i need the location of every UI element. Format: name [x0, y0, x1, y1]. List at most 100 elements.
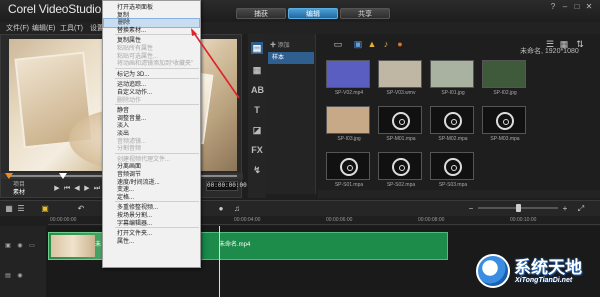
app-title: Corel VideoStudio	[8, 2, 102, 16]
media-thumbnail[interactable]: SP-M02.mpa	[428, 106, 474, 144]
folder-sample[interactable]: 样本	[268, 52, 314, 64]
add-folder-label: 添加	[277, 43, 290, 49]
folder-icon[interactable]: ▭	[332, 38, 344, 50]
thumbnail-caption: SP-V02.mp4	[334, 90, 364, 96]
app-window: Corel VideoStudioX9 捕获 编辑 共享 ? – □ ✕ 文件(…	[0, 0, 600, 297]
menu-separator	[115, 227, 199, 229]
fit-project-icon[interactable]: ⤢	[576, 204, 586, 214]
timeline-clip-1[interactable]: 未	[48, 232, 108, 260]
playhead[interactable]	[219, 226, 220, 297]
media-thumbnail[interactable]: SP-S01.mpa	[324, 152, 370, 190]
tab-share[interactable]: 共享	[340, 8, 390, 19]
minimize-icon[interactable]: –	[560, 2, 570, 12]
media-thumbnail[interactable]: SP-V02.mp4	[324, 60, 370, 98]
thumbnail-image	[326, 60, 370, 88]
end-icon[interactable]: ⏭	[93, 185, 101, 193]
home-icon[interactable]: ⏮	[63, 185, 71, 193]
menu-separator	[115, 34, 199, 36]
show-photo-icon[interactable]: ▲	[366, 38, 378, 50]
watermark-url: XiTongTianDi.net	[515, 277, 573, 284]
audio-file-icon	[326, 152, 370, 180]
media-thumbnail[interactable]: SP-S02.mpa	[376, 152, 422, 190]
transition-icon[interactable]: AB	[251, 84, 264, 96]
audio-file-icon	[378, 152, 422, 180]
fx-filter-icon[interactable]: ●	[394, 38, 406, 50]
media-grid: SP-V02.mp4 SP-V03.wmv SP-I01.jpg SP-I02.jpg…	[324, 60, 600, 190]
graphics-icon[interactable]: ◪	[251, 124, 263, 136]
video-track-icon: ▣	[5, 243, 11, 249]
menu-separator	[115, 201, 199, 203]
menu-file[interactable]: 文件(F)	[6, 23, 29, 33]
overlay-visibility-icon[interactable]: ◉	[16, 272, 24, 280]
thumbnail-image	[326, 106, 370, 134]
path-icon[interactable]: ↯	[251, 164, 263, 176]
fx-icon[interactable]: FX	[251, 144, 263, 156]
zoom-slider-handle[interactable]	[516, 204, 521, 212]
menu-separator	[115, 67, 199, 69]
help-icon[interactable]: ?	[548, 2, 558, 12]
zoom-slider[interactable]	[478, 204, 558, 212]
add-folder-button[interactable]: ✚ 添加	[270, 40, 290, 49]
tab-capture[interactable]: 捕获	[236, 8, 286, 19]
trim-marker-in[interactable]	[5, 173, 13, 179]
thumbnail-caption: SP-M02.mpa	[438, 136, 468, 142]
clip-1-thumbnail	[51, 235, 95, 257]
thumbnail-image	[482, 60, 526, 88]
sort-icon[interactable]: ⇅	[574, 38, 586, 50]
mode-clip[interactable]: 素材	[13, 187, 25, 196]
ruler-tick-label: 00:00:00:00	[50, 217, 77, 223]
title-icon[interactable]: T	[251, 104, 263, 116]
thumb-view-icon[interactable]: ▦	[558, 38, 570, 50]
library-tool-strip: ▤ ▦ AB T ◪ FX ↯	[248, 34, 266, 198]
clip-1-label: 未	[95, 242, 102, 248]
window-controls: ? – □ ✕	[548, 2, 598, 12]
watermark-logo-icon	[476, 254, 510, 288]
media-thumbnail[interactable]: SP-M01.mpa	[376, 106, 422, 144]
watermark-title: 系统天地	[514, 258, 582, 277]
record-icon[interactable]: ●	[216, 204, 226, 214]
thumbnail-caption: SP-S02.mpa	[386, 182, 416, 188]
audio-file-icon	[430, 152, 474, 180]
track-visibility-icon[interactable]: ◉	[16, 242, 24, 250]
menu-edit[interactable]: 编辑(E)	[32, 23, 55, 33]
zoom-in-icon[interactable]: +	[560, 204, 570, 214]
thumbnail-image	[430, 60, 474, 88]
media-icon[interactable]: ▤	[251, 42, 263, 54]
play-icon[interactable]: ▶	[53, 185, 61, 193]
context-menu-item[interactable]: 属性...	[103, 237, 200, 247]
menu-tools[interactable]: 工具(T)	[60, 23, 83, 33]
list-view-icon[interactable]: ☰	[544, 38, 556, 50]
media-thumbnail[interactable]: SP-M03.mpa	[480, 106, 526, 144]
scrubber-handle[interactable]	[59, 173, 67, 179]
ruler-tick-label: 00:00:08:00	[418, 217, 445, 223]
media-thumbnail[interactable]: SP-V03.wmv	[376, 60, 422, 98]
timecode-display[interactable]: 00:00:00:00	[206, 181, 247, 191]
media-thumbnail[interactable]: SP-I02.jpg	[480, 60, 526, 98]
thumbnail-caption: SP-I01.jpg	[441, 90, 465, 96]
tab-edit[interactable]: 编辑	[288, 8, 338, 19]
maximize-icon[interactable]: □	[572, 2, 582, 12]
ruler-tick-label: 00:00:06:00	[326, 217, 353, 223]
media-thumbnail[interactable]: SP-I03.jpg	[324, 106, 370, 144]
music-disc-icon	[444, 158, 462, 176]
undo-icon[interactable]: ↶	[76, 204, 86, 214]
show-video-icon[interactable]: ▣	[352, 38, 364, 50]
thumbnail-image	[378, 60, 422, 88]
thumbnail-caption: SP-S03.mpa	[438, 182, 468, 188]
mix-icon[interactable]: ♫	[232, 204, 242, 214]
instant-project-icon[interactable]: ▦	[251, 64, 263, 76]
show-audio-icon[interactable]: ♪	[380, 38, 392, 50]
zoom-out-icon[interactable]: −	[466, 204, 476, 214]
track-manager-icon[interactable]: ▣	[40, 204, 50, 214]
next-frame-icon[interactable]: ▶	[83, 185, 91, 193]
media-thumbnail[interactable]: SP-S03.mpa	[428, 152, 474, 190]
close-icon[interactable]: ✕	[584, 2, 594, 12]
prev-frame-icon[interactable]: ◀	[73, 185, 81, 193]
thumbnail-caption: SP-V03.wmv	[386, 90, 416, 96]
storyboard-view-icon[interactable]: ▦	[4, 204, 14, 214]
library-bottom-bar: 浏览	[318, 190, 600, 198]
media-thumbnail[interactable]: SP-I01.jpg	[428, 60, 474, 98]
timeline-view-icon[interactable]: ☰	[16, 204, 26, 214]
watermark: 系统天地 XiTongTianDi.net	[470, 248, 600, 297]
track-lock-icon[interactable]: ▭	[28, 242, 36, 250]
